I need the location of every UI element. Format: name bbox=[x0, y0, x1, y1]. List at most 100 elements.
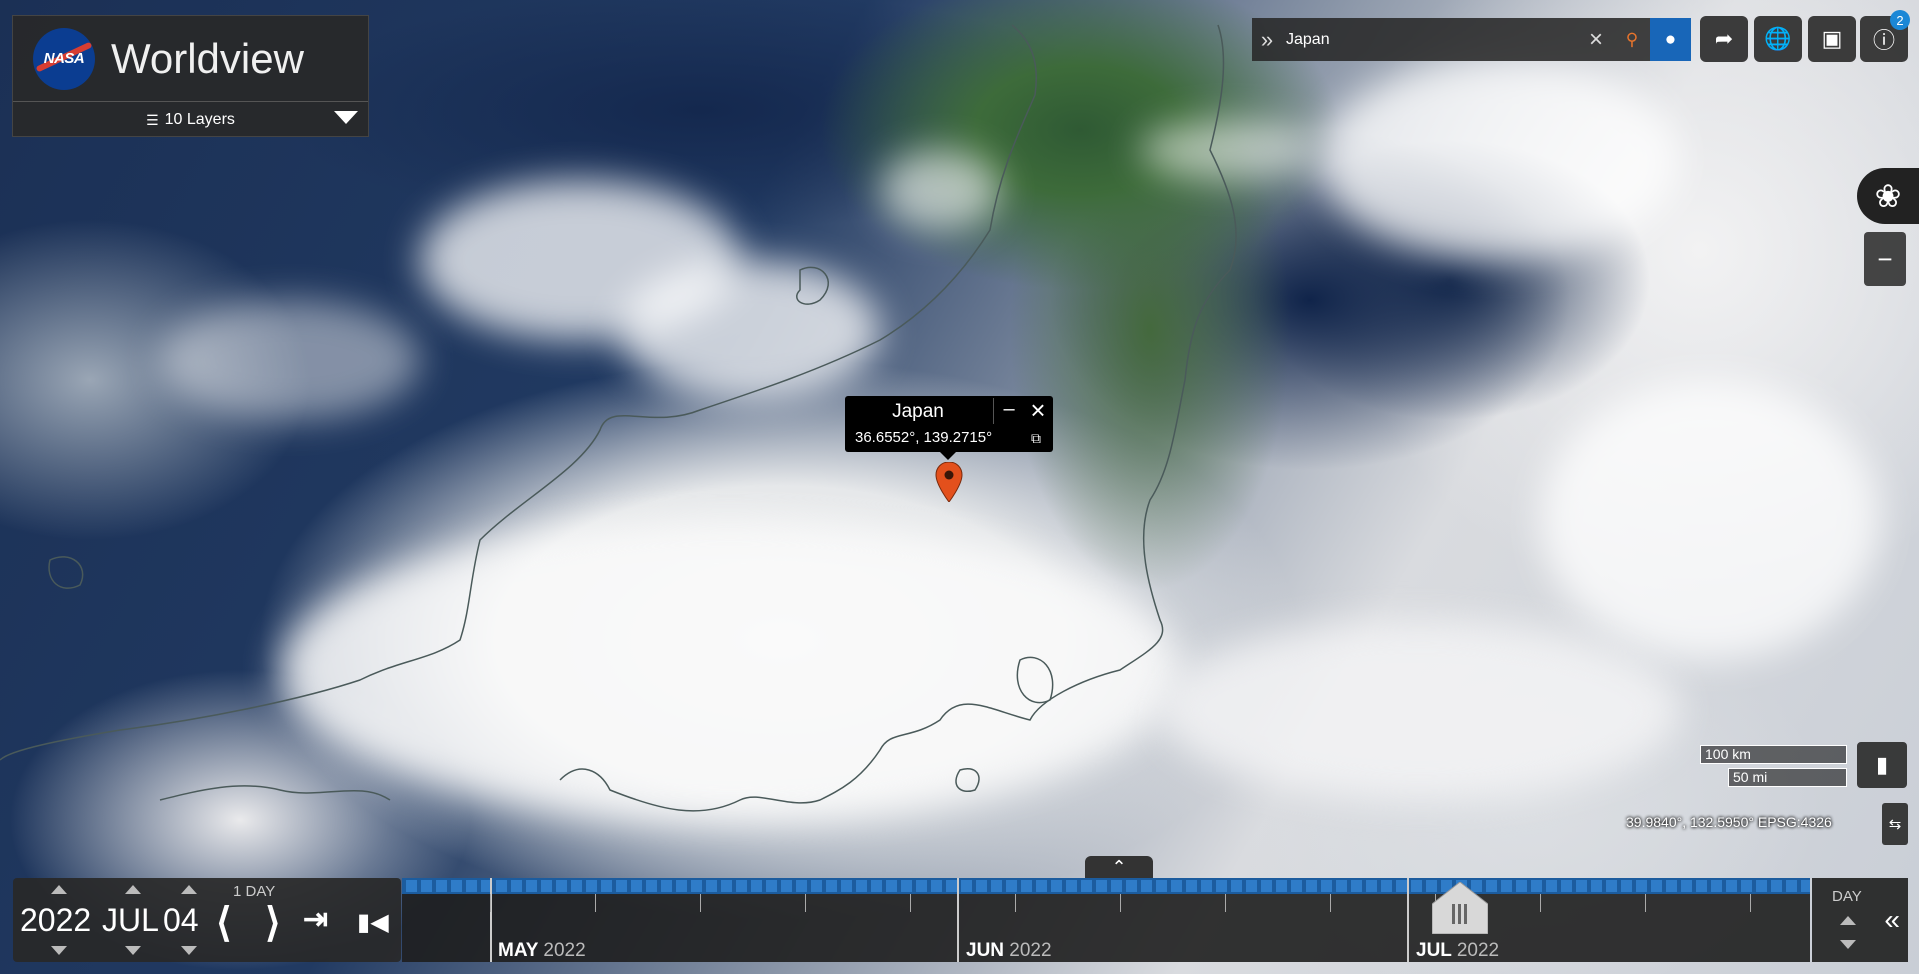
measure-button[interactable]: ▮ bbox=[1857, 742, 1907, 788]
timeline-day-cell bbox=[676, 880, 687, 892]
timeline-day-cell bbox=[1066, 880, 1077, 892]
coordinate-format-toggle[interactable]: ⇆ bbox=[1882, 803, 1908, 845]
timeline[interactable]: MAY 2022 JUN 2022 JUL 2022 bbox=[402, 878, 1810, 962]
timeline-day-cell bbox=[826, 880, 837, 892]
timeline-day-cell bbox=[511, 880, 522, 892]
timeline-day-cell bbox=[616, 880, 627, 892]
timeline-zoom-out-arrow[interactable] bbox=[1840, 940, 1856, 949]
timeline-day-cell bbox=[1786, 880, 1797, 892]
timeline-day-cell bbox=[931, 880, 942, 892]
timeline-day-cell bbox=[1561, 880, 1572, 892]
nasa-logo[interactable]: NASA bbox=[33, 27, 95, 90]
timeline-day-cell bbox=[1171, 880, 1182, 892]
interval-selector[interactable]: 1 DAY bbox=[233, 883, 275, 900]
zoom-out-button[interactable]: − bbox=[1864, 232, 1906, 286]
timeline-ticks bbox=[406, 878, 1810, 962]
timeline-day-cell bbox=[1036, 880, 1047, 892]
globe-icon: 🌐 bbox=[1764, 26, 1792, 51]
timeline-day-cell bbox=[1141, 880, 1152, 892]
explore-globe-button[interactable]: ❀ bbox=[1857, 168, 1919, 224]
timeline-day-cell bbox=[526, 880, 537, 892]
share-button[interactable]: ➦ bbox=[1700, 16, 1748, 62]
copy-icon[interactable]: ⧉ bbox=[1031, 430, 1041, 447]
double-chevron-left-icon: « bbox=[1884, 904, 1900, 935]
timeline-zoom-level[interactable]: DAY bbox=[1832, 888, 1862, 905]
nasa-logo-text: NASA bbox=[43, 50, 85, 67]
timeline-day-cell bbox=[721, 880, 732, 892]
day-decrement-arrow[interactable] bbox=[181, 946, 197, 955]
timeline-zoom-in-arrow[interactable] bbox=[1840, 916, 1856, 925]
location-pin-button[interactable]: ● bbox=[1650, 18, 1691, 61]
previous-day-button[interactable]: ⟨ bbox=[216, 900, 232, 946]
timeline-day-cell bbox=[1741, 880, 1752, 892]
info-button[interactable]: ⓘ 2 bbox=[1860, 10, 1910, 62]
next-day-button[interactable]: ⟩ bbox=[265, 900, 281, 946]
timeline-day-cell bbox=[601, 880, 612, 892]
timeline-day-cell bbox=[1516, 880, 1527, 892]
timeline-day-cell bbox=[1006, 880, 1017, 892]
jump-to-latest-button[interactable]: ⇥ bbox=[303, 902, 328, 937]
timeline-week-tick bbox=[1750, 894, 1751, 912]
hide-timeline-button[interactable]: « bbox=[1884, 904, 1900, 936]
layers-toggle-row[interactable]: ☰ 10 Layers bbox=[13, 102, 368, 138]
chevron-right-icon: ⟩ bbox=[265, 901, 281, 945]
app-header-panel: NASA Worldview ☰ 10 Layers bbox=[12, 15, 369, 137]
timeline-day-cell bbox=[706, 880, 717, 892]
year-decrement-arrow[interactable] bbox=[51, 946, 67, 955]
clear-search-icon[interactable]: × bbox=[1578, 26, 1614, 54]
projection-switch-button[interactable]: 🌐 bbox=[1754, 16, 1802, 62]
date-year[interactable]: 2022 bbox=[20, 902, 91, 939]
timeline-month-jul: JUL 2022 bbox=[1416, 940, 1500, 961]
date-month[interactable]: JUL bbox=[102, 902, 159, 939]
video-camera-icon: ▮◀ bbox=[357, 909, 389, 936]
search-icon[interactable]: ⚲ bbox=[1614, 30, 1650, 50]
year-increment-arrow[interactable] bbox=[51, 885, 67, 894]
snapshot-button[interactable]: ▣ bbox=[1808, 16, 1856, 62]
timeline-day-cell bbox=[841, 880, 852, 892]
timeline-day-cell bbox=[436, 880, 447, 892]
scale-mi-label: 50 mi bbox=[1728, 768, 1847, 787]
collapse-search-icon[interactable]: » bbox=[1252, 27, 1282, 53]
timeline-week-tick bbox=[1540, 894, 1541, 912]
timeline-day-cell bbox=[916, 880, 927, 892]
timeline-day-cell bbox=[1531, 880, 1542, 892]
chevron-down-icon[interactable] bbox=[334, 111, 358, 124]
timeline-day-cell bbox=[976, 880, 987, 892]
timeline-day-cell bbox=[661, 880, 672, 892]
timeline-day-cell bbox=[1246, 880, 1257, 892]
popup-minimize-button[interactable]: – bbox=[993, 398, 1024, 424]
timeline-handle-icon bbox=[1432, 882, 1488, 934]
timeline-day-cell bbox=[1606, 880, 1617, 892]
timeline-day-cell bbox=[781, 880, 792, 892]
timeline-day-cell bbox=[1051, 880, 1062, 892]
popup-title: Japan bbox=[892, 401, 944, 422]
timeline-day-cell bbox=[1381, 880, 1392, 892]
timeline-week-tick bbox=[1225, 894, 1226, 912]
chevron-left-icon: ⟨ bbox=[216, 901, 232, 945]
popup-close-button[interactable]: × bbox=[1023, 397, 1053, 423]
notification-badge: 2 bbox=[1890, 10, 1910, 30]
timeline-day-cell bbox=[811, 880, 822, 892]
timeline-day-cell bbox=[466, 880, 477, 892]
map-marker-icon[interactable] bbox=[935, 462, 963, 502]
location-search-bar: » × ⚲ ● bbox=[1252, 18, 1691, 61]
close-icon: × bbox=[1030, 395, 1046, 425]
animation-button[interactable]: ▮◀ bbox=[357, 908, 389, 937]
layers-icon: ☰ bbox=[146, 111, 159, 128]
timeline-day-cell bbox=[1261, 880, 1272, 892]
month-decrement-arrow[interactable] bbox=[125, 946, 141, 955]
timeline-day-cell bbox=[1666, 880, 1677, 892]
search-input[interactable] bbox=[1282, 29, 1578, 50]
month-increment-arrow[interactable] bbox=[125, 885, 141, 894]
camera-icon: ▣ bbox=[1821, 26, 1843, 51]
timeline-day-cell bbox=[421, 880, 432, 892]
timeline-day-cell bbox=[1771, 880, 1782, 892]
timeline-day-cell bbox=[1276, 880, 1287, 892]
timeline-week-tick bbox=[1645, 894, 1646, 912]
timeline-collapse-button[interactable]: ⌃ bbox=[1085, 856, 1153, 878]
date-day[interactable]: 04 bbox=[163, 902, 199, 939]
timeline-day-cell bbox=[1711, 880, 1722, 892]
timeline-month-divider bbox=[490, 878, 492, 962]
timeline-day-cell bbox=[631, 880, 642, 892]
day-increment-arrow[interactable] bbox=[181, 885, 197, 894]
